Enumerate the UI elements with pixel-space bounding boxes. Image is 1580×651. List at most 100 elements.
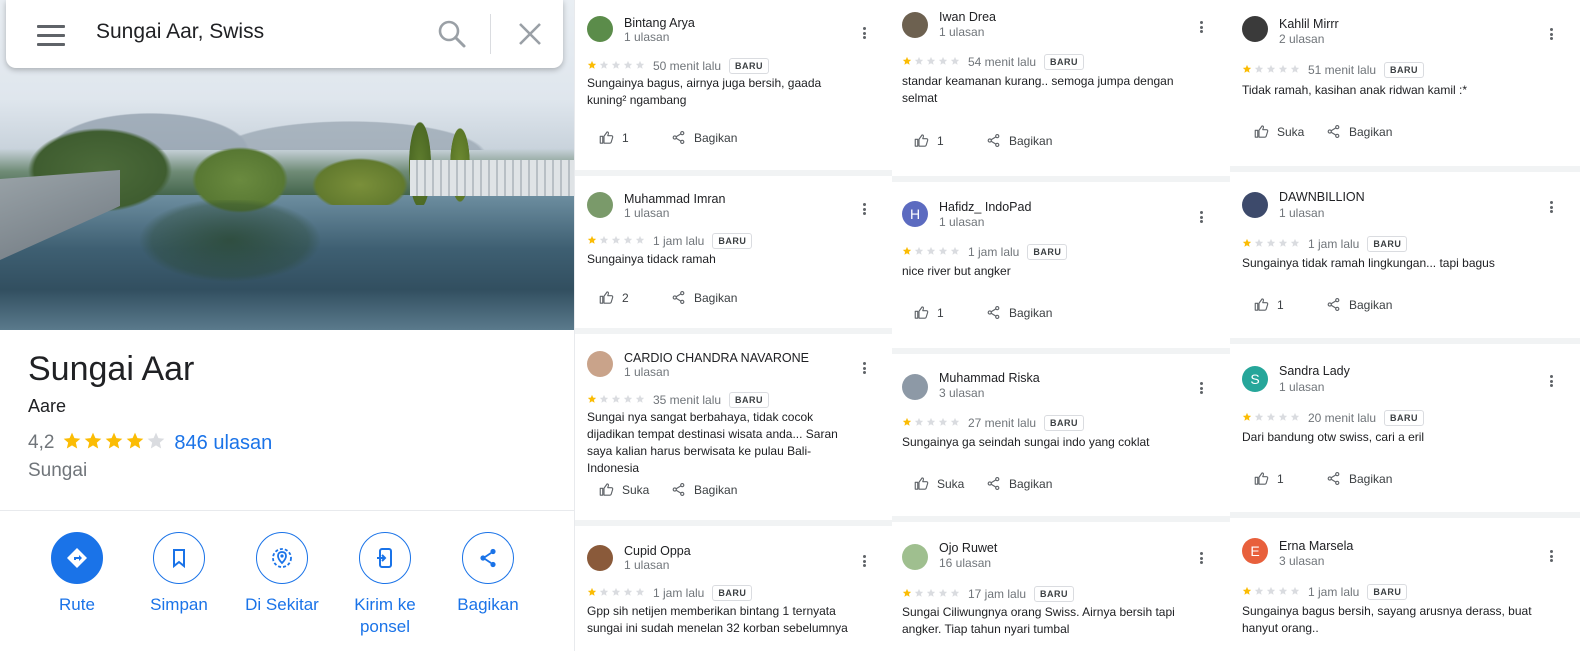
review-time: 51 menit lalu	[1308, 63, 1377, 77]
menu-icon[interactable]	[34, 22, 68, 46]
star-icon	[611, 57, 621, 75]
review-time: 1 jam lalu	[653, 234, 705, 248]
star-icon	[926, 53, 936, 71]
share-review-button[interactable]: Bagikan	[986, 133, 1052, 148]
new-badge: BARU	[1367, 236, 1408, 252]
send-to-phone-button[interactable]: Kirim ke ponsel	[332, 532, 438, 638]
avatar[interactable]	[587, 351, 613, 377]
more-options-icon[interactable]	[858, 201, 870, 217]
like-button[interactable]: Suka	[599, 482, 671, 497]
reviewer-name[interactable]: Iwan Drea	[939, 10, 996, 24]
avatar[interactable]: H	[902, 201, 928, 227]
new-badge: BARU	[1384, 62, 1425, 78]
avatar[interactable]: S	[1242, 366, 1268, 392]
share-place-button[interactable]: Bagikan	[435, 532, 541, 616]
star-icon	[1242, 235, 1252, 253]
avatar[interactable]	[902, 12, 928, 38]
rating-value: 4,2	[28, 432, 55, 453]
share-review-button[interactable]: Bagikan	[986, 305, 1052, 320]
directions-button[interactable]: Rute	[24, 532, 130, 616]
reviewer-review-count: 1 ulasan	[1279, 206, 1325, 220]
like-count: 1	[622, 130, 629, 145]
avatar[interactable]	[1242, 16, 1268, 42]
more-options-icon[interactable]	[1195, 550, 1207, 566]
reviewer-name[interactable]: DAWNBILLION	[1279, 190, 1365, 204]
review-text: standar keamanan kurang.. semoga jumpa d…	[902, 74, 1174, 105]
share-review-button[interactable]: Bagikan	[1326, 471, 1392, 486]
thumbs-up-icon	[1254, 124, 1277, 139]
star-icon	[1242, 61, 1252, 79]
save-button[interactable]: Simpan	[126, 532, 232, 616]
avatar[interactable]	[1242, 192, 1268, 218]
review-rating-row: 1 jam lalu BARU	[587, 232, 753, 250]
reviewer-name[interactable]: Sandra Lady	[1279, 364, 1350, 378]
star-icon	[1278, 235, 1288, 253]
review-actions: 1 Bagikan	[1254, 471, 1392, 486]
avatar[interactable]	[587, 545, 613, 571]
reviewer-name[interactable]: CARDIO CHANDRA NAVARONE	[624, 351, 809, 365]
star-icon	[1290, 235, 1300, 253]
more-options-icon[interactable]	[1545, 548, 1557, 564]
like-button[interactable]: Suka	[1254, 124, 1326, 139]
share-review-button[interactable]: Bagikan	[671, 290, 737, 305]
avatar[interactable]	[587, 192, 613, 218]
more-options-icon[interactable]	[858, 360, 870, 376]
avatar[interactable]	[902, 544, 928, 570]
review-text: Dari bandung otw swiss, cari a eril	[1242, 430, 1425, 444]
reviewer-name[interactable]: Bintang Arya	[624, 16, 695, 30]
review-stars	[902, 53, 960, 71]
review-card: Muhammad Riska 3 ulasan 27 menit lalu BARU S…	[892, 354, 1230, 522]
star-icon	[950, 243, 960, 261]
more-options-icon[interactable]	[1545, 26, 1557, 42]
star-icon	[914, 585, 924, 603]
thumbs-up-icon	[599, 130, 622, 145]
share-review-button[interactable]: Bagikan	[671, 130, 737, 145]
place-title: Sungai Aar	[28, 350, 195, 388]
review-time: 17 jam lalu	[968, 587, 1027, 601]
avatar[interactable]: E	[1242, 538, 1268, 564]
share-review-button[interactable]: Bagikan	[1326, 297, 1392, 312]
new-badge: BARU	[1044, 54, 1085, 70]
review-text: Sungai Ciliwungnya orang Swiss. Airnya b…	[902, 605, 1175, 636]
like-button[interactable]: Suka	[914, 476, 986, 491]
reviewer-name[interactable]: Muhammad Imran	[624, 192, 725, 206]
reviewer-name[interactable]: Kahlil Mirrr	[1279, 17, 1339, 31]
close-icon[interactable]	[514, 18, 546, 50]
reviewer-name[interactable]: Erna Marsela	[1279, 539, 1353, 553]
star-icon	[599, 584, 609, 602]
phone-icon	[359, 532, 411, 584]
share-review-button[interactable]: Bagikan	[986, 476, 1052, 491]
search-icon[interactable]	[436, 18, 468, 50]
like-button[interactable]: 2	[599, 290, 671, 305]
search-box[interactable]: Sungai Aar, Swiss	[6, 0, 563, 68]
reviews-link[interactable]: 846 ulasan	[174, 432, 272, 455]
star-icon	[950, 585, 960, 603]
more-options-icon[interactable]	[858, 553, 870, 569]
like-count: 1	[1277, 297, 1284, 312]
avatar[interactable]	[902, 374, 928, 400]
reviewer-name[interactable]: Hafidz_ IndoPad	[939, 200, 1031, 214]
like-button[interactable]: 1	[1254, 297, 1326, 312]
more-options-icon[interactable]	[1195, 19, 1207, 35]
avatar[interactable]	[587, 16, 613, 42]
more-options-icon[interactable]	[1545, 373, 1557, 389]
like-button[interactable]: 1	[914, 305, 986, 320]
share-review-button[interactable]: Bagikan	[1326, 124, 1392, 139]
like-button[interactable]: 1	[914, 133, 986, 148]
review-card: Ojo Ruwet 16 ulasan 17 jam lalu BARU Sungai …	[892, 522, 1230, 651]
nearby-button[interactable]: Di Sekitar	[229, 532, 335, 616]
more-options-icon[interactable]	[858, 25, 870, 41]
more-options-icon[interactable]	[1195, 209, 1207, 225]
search-input[interactable]: Sungai Aar, Swiss	[96, 20, 264, 44]
share-review-button[interactable]: Bagikan	[671, 482, 737, 497]
reviewer-name[interactable]: Ojo Ruwet	[939, 541, 997, 555]
star-icon	[635, 232, 645, 250]
like-count: 2	[622, 290, 629, 305]
review-time: 20 menit lalu	[1308, 411, 1377, 425]
reviewer-name[interactable]: Cupid Oppa	[624, 544, 691, 558]
reviewer-name[interactable]: Muhammad Riska	[939, 371, 1040, 385]
more-options-icon[interactable]	[1195, 380, 1207, 396]
more-options-icon[interactable]	[1545, 199, 1557, 215]
like-button[interactable]: 1	[599, 130, 671, 145]
like-button[interactable]: 1	[1254, 471, 1326, 486]
